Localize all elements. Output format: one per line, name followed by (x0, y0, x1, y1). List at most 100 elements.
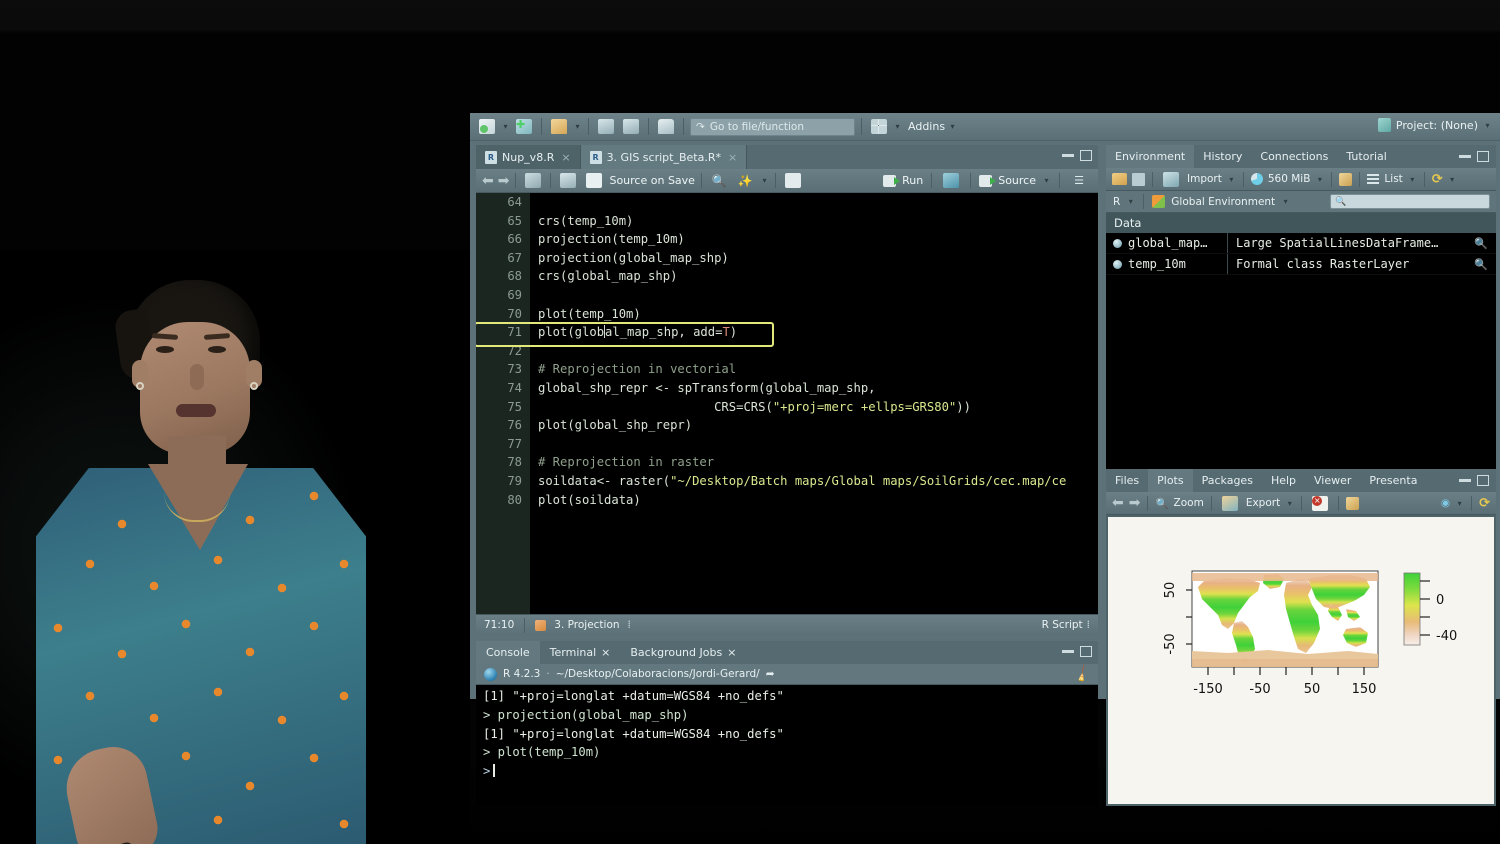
code-line[interactable]: 80 plot(soildata) (476, 491, 1098, 510)
save-workspace-icon[interactable] (1132, 172, 1145, 186)
code-scope-label[interactable]: 3. Projection (554, 619, 619, 631)
code-line[interactable]: 76 plot(global_shp_repr) (476, 416, 1098, 435)
export-button[interactable]: Export (1246, 497, 1280, 509)
new-file-icon[interactable] (476, 117, 498, 137)
minimize-icon[interactable] (1459, 479, 1471, 482)
plot-canvas[interactable]: 50 -50 -150 -50 50 150 0 -40 (1108, 517, 1494, 804)
memory-usage-label[interactable]: 560 MiB (1268, 173, 1311, 185)
tab-presentation[interactable]: Presenta (1360, 469, 1426, 492)
source-chevron-down-icon[interactable]: ▾ (1042, 176, 1051, 185)
code-editor[interactable]: 64 65 crs(temp_10m) 66 projection(temp_10m) 6… (476, 193, 1098, 614)
source-button[interactable]: Source (998, 174, 1036, 187)
view-mode-label[interactable]: List (1384, 173, 1402, 185)
publish-chevron-down-icon[interactable]: ▾ (1455, 499, 1464, 508)
remove-plot-icon[interactable]: × (1309, 493, 1331, 513)
table-row[interactable]: global_map… Large SpatialLinesDataFrame…… (1106, 233, 1496, 254)
project-chevron-down-icon[interactable]: ▾ (1483, 121, 1492, 130)
minimize-icon[interactable] (1062, 650, 1074, 653)
clear-all-plots-broom-icon[interactable] (1346, 496, 1360, 510)
code-line[interactable]: 65 crs(temp_10m) (476, 212, 1098, 231)
environment-chevron-down-icon[interactable]: ▾ (1281, 197, 1290, 206)
source-on-save-checkbox[interactable] (583, 171, 605, 191)
open-file-chevron-down-icon[interactable]: ▾ (573, 122, 582, 131)
import-chevron-down-icon[interactable]: ▾ (1227, 175, 1236, 184)
close-icon[interactable]: × (601, 646, 610, 659)
save-all-icon[interactable] (620, 117, 642, 137)
list-view-icon[interactable] (1367, 174, 1380, 184)
code-line[interactable]: 71 plot(global_map_shp, add=T) (476, 323, 1098, 342)
minimize-icon[interactable] (1062, 154, 1074, 157)
code-line[interactable]: 73 # Reprojection in vectorial (476, 360, 1098, 379)
console-output[interactable]: [1] "+proj=longlat +datum=WGS84 +no_defs… (476, 685, 1098, 806)
goto-file-function-input[interactable]: ↷ Go to file/function (690, 117, 855, 136)
import-button[interactable]: Import (1187, 173, 1222, 185)
tab-viewer[interactable]: Viewer (1305, 469, 1360, 492)
forward-arrow-icon[interactable]: ➡ (498, 173, 510, 189)
tab-terminal[interactable]: Terminal × (540, 641, 621, 664)
code-line[interactable]: 69 (476, 286, 1098, 305)
code-line[interactable]: 74 global_shp_repr <- spTransform(global_… (476, 379, 1098, 398)
inspect-object-icon[interactable]: 🔍 (1474, 237, 1488, 250)
open-directory-icon[interactable]: ➦ (766, 668, 775, 680)
load-workspace-icon[interactable] (1112, 173, 1127, 185)
inspect-object-icon[interactable]: 🔍 (1474, 258, 1488, 271)
addins-button[interactable]: Addins (908, 120, 945, 133)
workspace-panes-icon[interactable] (868, 117, 890, 137)
open-file-icon[interactable] (548, 117, 570, 137)
maximize-icon[interactable] (1477, 151, 1489, 162)
tab-console[interactable]: Console (476, 641, 540, 664)
close-icon[interactable]: × (728, 151, 737, 164)
panes-chevron-down-icon[interactable]: ▾ (893, 122, 902, 131)
code-line[interactable]: 64 (476, 193, 1098, 212)
code-line[interactable]: 75 CRS=CRS("+proj=merc +ellps=GRS80")) (476, 398, 1098, 417)
addins-chevron-down-icon[interactable]: ▾ (948, 122, 957, 131)
tab-plots[interactable]: Plots (1148, 469, 1193, 492)
close-icon[interactable]: × (561, 151, 570, 164)
project-selector[interactable]: Project: (None) ▾ (1377, 118, 1492, 132)
memory-chevron-down-icon[interactable]: ▾ (1315, 175, 1324, 184)
minimize-icon[interactable] (1459, 155, 1471, 158)
document-outline-icon[interactable]: ☰ (1068, 171, 1090, 191)
code-line[interactable]: 78 # Reprojection in raster (476, 453, 1098, 472)
scope-chevron-icon[interactable]: ⁞ (628, 619, 631, 631)
new-project-icon[interactable]: ✚ (513, 117, 535, 137)
file-type-selector[interactable]: R Script ⁞ (1042, 619, 1090, 631)
code-line[interactable]: 70 plot(temp_10m) (476, 305, 1098, 324)
code-tools-icon[interactable]: ✨ (734, 171, 756, 191)
new-file-chevron-down-icon[interactable]: ▾ (501, 122, 510, 131)
tab-environment[interactable]: Environment (1106, 145, 1195, 168)
publish-icon[interactable]: ◉ (1441, 497, 1450, 509)
refresh-icon[interactable]: ⟳ (1432, 172, 1443, 187)
refresh-plot-icon[interactable]: ⟳ (1479, 496, 1490, 511)
print-icon[interactable] (655, 117, 677, 137)
language-selector[interactable]: R (1113, 196, 1120, 208)
maximize-icon[interactable] (1080, 646, 1092, 657)
environment-selector[interactable]: Global Environment (1171, 196, 1275, 208)
source-tab-gis-script-beta[interactable]: R 3. GIS script_Beta.R* × (580, 145, 748, 169)
re-run-icon[interactable] (940, 171, 962, 191)
find-icon[interactable]: 🔍 (708, 171, 730, 191)
code-line[interactable]: 72 (476, 342, 1098, 361)
tab-help[interactable]: Help (1262, 469, 1305, 492)
previous-plot-arrow-icon[interactable]: ⬅ (1112, 495, 1124, 511)
table-row[interactable]: temp_10m Formal class RasterLayer 🔍 (1106, 254, 1496, 275)
maximize-icon[interactable] (1080, 150, 1092, 161)
code-line[interactable]: 66 projection(temp_10m) (476, 230, 1098, 249)
code-tools-chevron-down-icon[interactable]: ▾ (760, 176, 769, 185)
tab-history[interactable]: History (1194, 145, 1251, 168)
language-chevron-down-icon[interactable]: ▾ (1126, 197, 1135, 206)
view-mode-chevron-down-icon[interactable]: ▾ (1408, 175, 1417, 184)
tab-connections[interactable]: Connections (1251, 145, 1337, 168)
tab-background-jobs[interactable]: Background Jobs × (620, 641, 746, 664)
code-line[interactable]: 79 soildata<- raster("~/Desktop/Batch map… (476, 472, 1098, 491)
tab-files[interactable]: Files (1106, 469, 1148, 492)
run-button[interactable]: Run (902, 174, 923, 187)
maximize-icon[interactable] (1477, 475, 1489, 486)
refresh-chevron-down-icon[interactable]: ▾ (1448, 175, 1457, 184)
clear-objects-broom-icon[interactable] (1339, 172, 1353, 186)
save-icon[interactable] (557, 171, 579, 191)
next-plot-arrow-icon[interactable]: ➡ (1129, 495, 1141, 511)
export-chevron-down-icon[interactable]: ▾ (1285, 499, 1294, 508)
close-icon[interactable]: × (727, 646, 736, 659)
clear-console-broom-icon[interactable]: 🧹 (1072, 664, 1092, 684)
